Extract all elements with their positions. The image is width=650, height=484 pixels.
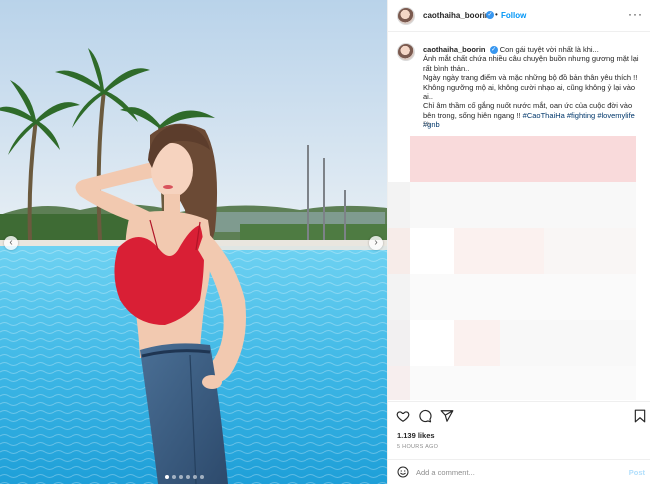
action-bar [388, 401, 650, 429]
heart-icon[interactable] [396, 409, 410, 423]
hashtag-link[interactable]: #CaoThaiHa [523, 111, 565, 120]
pixel-block [500, 320, 636, 366]
post-sidebar: caothaiha_boorin ✓ • Follow ··· caothaih… [387, 0, 650, 484]
verified-badge-icon: ✓ [486, 11, 494, 19]
share-icon[interactable] [440, 409, 454, 423]
post-header: caothaiha_boorin ✓ • Follow ··· [388, 0, 650, 32]
emoji-icon[interactable] [397, 466, 409, 478]
hashtag-link[interactable]: #fighting [567, 111, 595, 120]
comments-list-pixelated [388, 132, 650, 400]
header-separator: • [495, 10, 498, 19]
verified-badge-icon: ✓ [489, 46, 498, 55]
post-comment-button[interactable]: Post [629, 468, 645, 477]
bookmark-icon[interactable] [634, 409, 646, 423]
carousel-dot [200, 475, 204, 479]
carousel-dot [172, 475, 176, 479]
hashtag-link[interactable]: #lovemylife [597, 111, 635, 120]
caption-timestamp: 5h [423, 121, 431, 128]
pixel-block [388, 228, 410, 274]
caption-line: Con gái tuyệt vời nhất là khi... [499, 45, 599, 54]
carousel-dot [193, 475, 197, 479]
carousel-dot [186, 475, 190, 479]
caption-line: Ánh mắt chất chứa nhiều câu chuyện buồn … [423, 54, 639, 73]
pixel-block [410, 366, 636, 400]
carousel-dot [165, 475, 169, 479]
likes-count[interactable]: 1.139 likes [397, 431, 435, 440]
caption-username[interactable]: caothaiha_boorin [423, 45, 486, 54]
photo-scene [0, 0, 387, 484]
comment-input[interactable] [416, 465, 616, 479]
pixel-block [454, 228, 544, 274]
pixel-block [388, 366, 410, 400]
carousel-prev-button[interactable]: ‹ [4, 236, 18, 250]
comment-icon[interactable] [418, 409, 432, 423]
pixel-block [454, 320, 500, 366]
carousel-indicator [165, 475, 204, 479]
follow-button[interactable]: Follow [501, 11, 526, 20]
pixel-block [544, 228, 636, 274]
carousel-next-button[interactable]: › [369, 236, 383, 250]
pixel-block [388, 274, 410, 320]
more-horizontal-icon[interactable]: ··· [628, 8, 643, 20]
post-timestamp: 5 HOURS AGO [397, 444, 439, 450]
pixel-block [388, 182, 410, 228]
pixel-block [410, 182, 636, 228]
caption-line: Không ngưỡng mộ ai, không cười nhạo ai, … [423, 82, 636, 102]
avatar[interactable] [397, 7, 415, 25]
caption-line: Ngày ngày trang điểm và mặc những bộ đồ … [423, 73, 638, 83]
caption-avatar[interactable] [397, 43, 415, 61]
comment-bar: Post [388, 459, 650, 484]
pixel-block [410, 136, 636, 182]
header-username[interactable]: caothaiha_boorin [423, 11, 490, 20]
caption-text: caothaiha_boorin ✓ Con gái tuyệt vời nhấ… [423, 45, 645, 130]
post-photo[interactable]: ‹ › [0, 0, 387, 484]
carousel-dot [179, 475, 183, 479]
pixel-block [410, 274, 636, 320]
pixel-block [388, 320, 410, 366]
